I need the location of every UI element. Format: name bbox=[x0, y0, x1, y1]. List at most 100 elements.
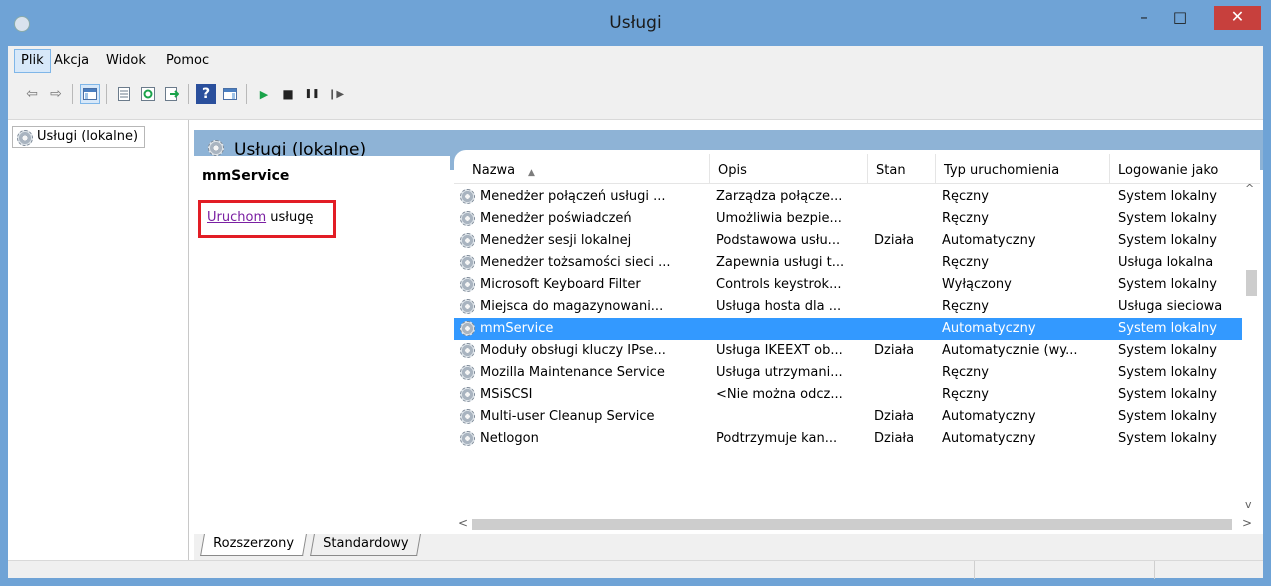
service-row[interactable]: Moduły obsługi kluczy IPse... Usługa IKEE… bbox=[454, 340, 1242, 362]
tree-item-label: Usługi (lokalne) bbox=[37, 129, 139, 144]
minimize-button[interactable]: – bbox=[1127, 6, 1161, 30]
show-console-tree-icon[interactable] bbox=[80, 84, 100, 104]
horizontal-scroll-thumb[interactable] bbox=[472, 519, 1232, 530]
service-logon-as: System lokalny bbox=[1118, 211, 1217, 226]
maximize-button[interactable]: □ bbox=[1163, 6, 1197, 30]
service-row[interactable]: Multi-user Cleanup Service Działa Automaty… bbox=[454, 406, 1242, 428]
service-startup-type: Ręczny bbox=[942, 189, 989, 204]
service-row[interactable]: Netlogon Podtrzymuje kan... Działa Automaty… bbox=[454, 428, 1242, 450]
service-status bbox=[874, 384, 934, 406]
service-startup-type: Ręczny bbox=[942, 387, 989, 402]
vertical-scrollbar[interactable]: ^ v bbox=[1242, 182, 1260, 514]
status-divider bbox=[974, 561, 975, 579]
service-row[interactable]: Miejsca do magazynowani... Usługa hosta d… bbox=[454, 296, 1242, 318]
service-description: <Nie można odcz... bbox=[716, 387, 843, 402]
service-row[interactable]: Mozilla Maintenance Service Usługa utrzym… bbox=[454, 362, 1242, 384]
close-button[interactable]: ✕ bbox=[1214, 6, 1261, 30]
service-status bbox=[874, 318, 934, 340]
service-row[interactable]: Microsoft Keyboard Filter Controls keystr… bbox=[454, 274, 1242, 296]
menu-akcja[interactable]: Akcja bbox=[54, 53, 89, 68]
service-description: Podstawowa usłu... bbox=[716, 233, 841, 248]
column-header-logowanie[interactable]: Logowanie jako bbox=[1110, 154, 1242, 184]
forward-icon[interactable]: ⇨ bbox=[46, 84, 66, 104]
column-header-stan[interactable]: Stan bbox=[868, 154, 936, 184]
service-gear-icon bbox=[460, 387, 475, 402]
service-name: mmService bbox=[480, 321, 554, 336]
tree-item-services-local[interactable]: Usługi (lokalne) bbox=[12, 126, 146, 148]
toolbar-separator bbox=[72, 84, 73, 104]
service-name-cell: mmService bbox=[460, 318, 704, 340]
service-startup-type: Ręczny bbox=[942, 255, 989, 270]
service-row[interactable]: MSiSCSI <Nie można odcz... Ręczny System lo… bbox=[454, 384, 1242, 406]
service-gear-icon bbox=[460, 189, 475, 204]
service-status: Działa bbox=[874, 343, 915, 358]
start-service-text: Uruchom usługę bbox=[207, 210, 313, 225]
services-gear-icon bbox=[17, 130, 33, 146]
column-header-typ[interactable]: Typ uruchomienia bbox=[936, 154, 1110, 184]
menu-plik[interactable]: Plik bbox=[14, 49, 51, 73]
service-startup-type: Automatycznie (wy... bbox=[942, 343, 1078, 358]
description-panel: mmService Uruchom usługę bbox=[194, 156, 450, 542]
back-icon[interactable]: ⇦ bbox=[22, 84, 42, 104]
scroll-down-icon[interactable]: v bbox=[1245, 498, 1252, 511]
help-icon[interactable]: ? bbox=[196, 84, 216, 104]
service-logon-as: System lokalny bbox=[1118, 233, 1217, 248]
service-row-selected[interactable]: mmService Automatyczny System lokalny bbox=[454, 318, 1242, 340]
service-name-cell: Microsoft Keyboard Filter bbox=[460, 274, 704, 296]
service-name: MSiSCSI bbox=[480, 387, 533, 402]
tab-extended[interactable]: Rozszerzony bbox=[200, 534, 307, 556]
service-status bbox=[874, 296, 934, 318]
stop-service-icon[interactable]: ■ bbox=[278, 84, 298, 104]
service-startup-type: Automatyczny bbox=[942, 233, 1036, 248]
selected-service-name: mmService bbox=[202, 168, 290, 184]
start-service-icon[interactable]: ▶ bbox=[254, 84, 274, 104]
service-name-cell: Menedżer połączeń usługi ... bbox=[460, 186, 704, 208]
menu-widok[interactable]: Widok bbox=[106, 53, 146, 68]
service-name-cell: Menedżer sesji lokalnej bbox=[460, 230, 704, 252]
service-gear-icon bbox=[460, 211, 475, 226]
service-description: Zarządza połącze... bbox=[716, 189, 843, 204]
service-logon-as: System lokalny bbox=[1118, 343, 1217, 358]
refresh-icon[interactable] bbox=[138, 84, 158, 104]
vertical-scroll-thumb[interactable] bbox=[1246, 270, 1257, 296]
service-name: Menedżer poświadczeń bbox=[480, 211, 632, 226]
scroll-right-icon[interactable]: > bbox=[1242, 516, 1252, 530]
service-status: Działa bbox=[874, 431, 915, 446]
service-description: Umożliwia bezpie... bbox=[716, 211, 842, 226]
service-name: Multi-user Cleanup Service bbox=[480, 409, 655, 424]
restart-service-icon[interactable]: ❙▶ bbox=[326, 84, 346, 104]
column-header-label: Nazwa bbox=[472, 163, 516, 178]
service-description: Usługa hosta dla ... bbox=[716, 299, 842, 314]
service-startup-type: Ręczny bbox=[942, 365, 989, 380]
column-header-opis[interactable]: Opis bbox=[710, 154, 868, 184]
service-logon-as: Usługa lokalna bbox=[1118, 255, 1214, 270]
service-status bbox=[874, 252, 934, 274]
service-logon-as: System lokalny bbox=[1118, 365, 1217, 380]
status-divider bbox=[1154, 561, 1155, 579]
service-name-cell: Multi-user Cleanup Service bbox=[460, 406, 704, 428]
show-action-pane-icon[interactable] bbox=[220, 84, 240, 104]
service-gear-icon bbox=[460, 233, 475, 248]
scroll-left-icon[interactable]: < bbox=[458, 516, 468, 530]
service-startup-type: Automatyczny bbox=[942, 431, 1036, 446]
menu-pomoc[interactable]: Pomoc bbox=[166, 53, 209, 68]
start-service-link[interactable]: Uruchom bbox=[207, 210, 266, 225]
service-row[interactable]: Menedżer poświadczeń Umożliwia bezpie... R… bbox=[454, 208, 1242, 230]
service-name: Mozilla Maintenance Service bbox=[480, 365, 665, 380]
column-header-nazwa[interactable]: Nazwa ▲ bbox=[454, 154, 710, 184]
tab-label: Rozszerzony bbox=[213, 536, 295, 551]
pause-service-icon[interactable]: ❚❚ bbox=[302, 84, 322, 104]
service-row[interactable]: Menedżer tożsamości sieci ... Zapewnia us… bbox=[454, 252, 1242, 274]
horizontal-scrollbar[interactable]: < > bbox=[454, 515, 1260, 533]
tab-standard[interactable]: Standardowy bbox=[310, 534, 422, 556]
toolbar-separator bbox=[188, 84, 189, 104]
properties-icon[interactable] bbox=[114, 84, 134, 104]
export-list-icon[interactable] bbox=[162, 84, 182, 104]
service-startup-type: Wyłączony bbox=[942, 277, 1012, 292]
service-name-cell: Menedżer tożsamości sieci ... bbox=[460, 252, 704, 274]
service-name-cell: Menedżer poświadczeń bbox=[460, 208, 704, 230]
scroll-up-icon[interactable]: ^ bbox=[1245, 182, 1254, 195]
service-startup-type: Automatyczny bbox=[942, 409, 1036, 424]
service-row[interactable]: Menedżer połączeń usługi ... Zarządza poł… bbox=[454, 186, 1242, 208]
service-row[interactable]: Menedżer sesji lokalnej Podstawowa usłu..… bbox=[454, 230, 1242, 252]
